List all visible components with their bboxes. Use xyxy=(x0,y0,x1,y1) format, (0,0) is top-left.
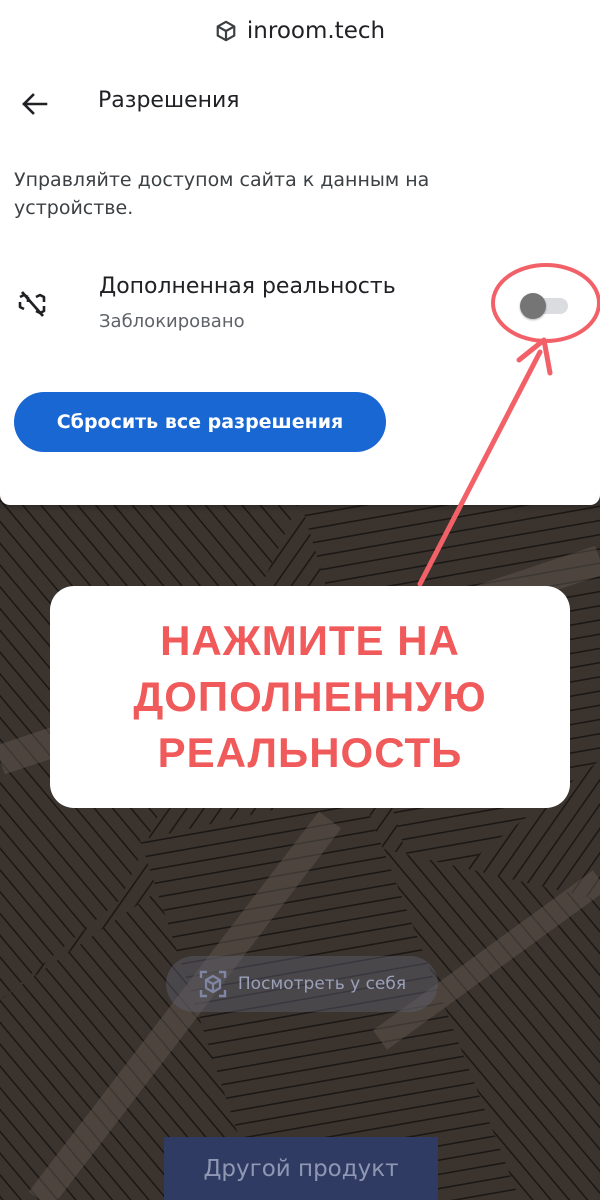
back-arrow-icon[interactable] xyxy=(14,84,54,124)
ar-permission-toggle[interactable] xyxy=(520,293,568,319)
site-name: inroom.tech xyxy=(246,18,386,44)
instruction-callout: НАЖМИТЕ НА ДОПОЛНЕННУЮ РЕАЛЬНОСТЬ xyxy=(50,586,570,808)
toggle-thumb xyxy=(520,293,546,319)
permissions-description: Управляйте доступом сайта к данным на ус… xyxy=(14,169,430,219)
other-product-button[interactable]: Другой продукт xyxy=(164,1137,438,1200)
page-title: Разрешения xyxy=(98,88,240,113)
permissions-sheet: inroom.tech Разрешения Управляйте доступ… xyxy=(0,0,600,505)
callout-line-3: РЕАЛЬНОСТЬ xyxy=(157,729,463,776)
permission-label-ar[interactable]: Дополненная реальность xyxy=(99,274,396,299)
permission-status: Заблокировано xyxy=(99,311,245,332)
ar-cube-icon xyxy=(199,970,227,998)
view-in-room-button[interactable]: Посмотреть у себя xyxy=(166,956,438,1012)
callout-line-2: ДОПОЛНЕННУЮ xyxy=(133,673,487,720)
reset-permissions-button[interactable]: Сбросить все разрешения xyxy=(14,392,386,452)
ar-blocked-icon xyxy=(18,291,46,317)
site-header: inroom.tech xyxy=(0,14,600,48)
cube-icon xyxy=(216,20,236,42)
view-in-room-label: Посмотреть у себя xyxy=(237,974,407,994)
callout-line-1: НАЖМИТЕ НА xyxy=(160,617,460,664)
